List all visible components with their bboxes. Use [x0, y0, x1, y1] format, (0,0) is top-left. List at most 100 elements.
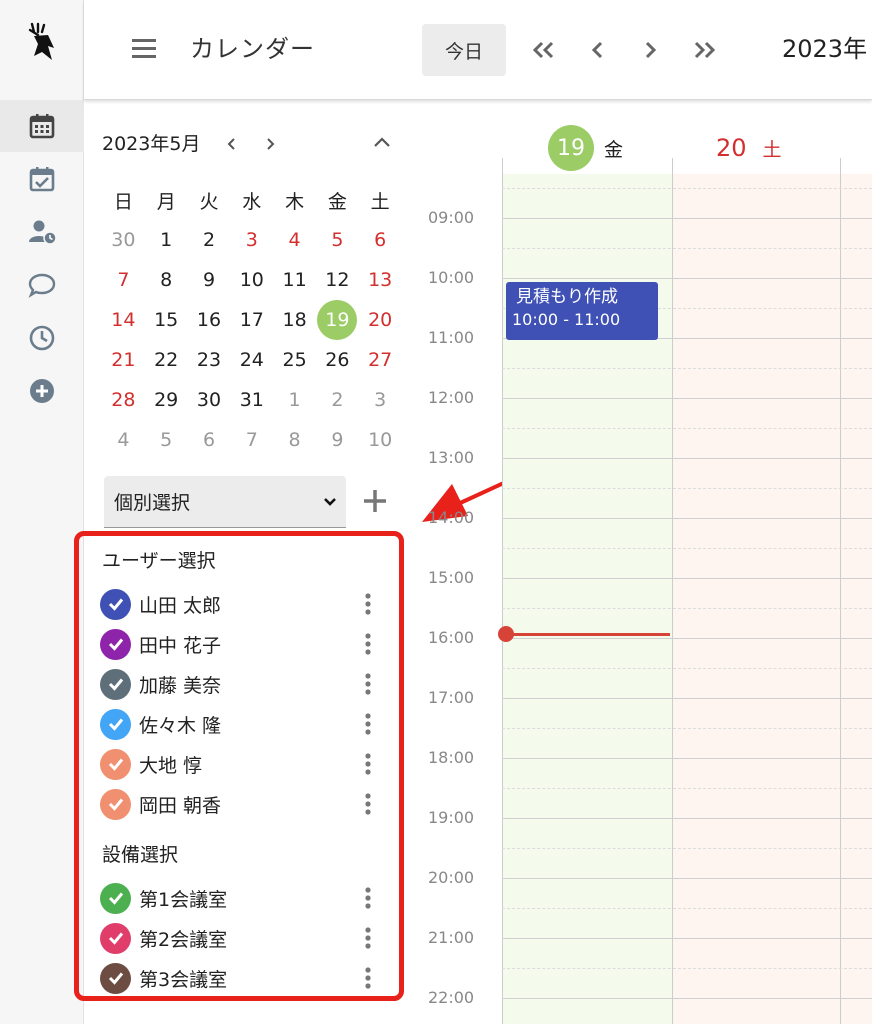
calendar-day[interactable]: 19 [316, 300, 359, 340]
calendar-day[interactable]: 22 [145, 340, 188, 380]
user-item[interactable]: 岡田 朝香 [100, 788, 390, 820]
calendar-day[interactable]: 27 [359, 340, 402, 380]
calendar-day[interactable]: 29 [145, 380, 188, 420]
nav-user-schedule-button[interactable] [0, 206, 84, 258]
more-vert-icon[interactable] [363, 886, 373, 910]
calendar-day[interactable]: 18 [273, 300, 316, 340]
day-column-saturday[interactable] [672, 174, 840, 1024]
calendar-day[interactable]: 9 [188, 260, 231, 300]
calendar-day[interactable]: 9 [316, 420, 359, 460]
calendar-day[interactable]: 25 [273, 340, 316, 380]
calendar-day[interactable]: 4 [273, 220, 316, 260]
calendar-day[interactable]: 12 [316, 260, 359, 300]
nav-history-button[interactable] [0, 312, 84, 364]
calendar-day[interactable]: 7 [102, 260, 145, 300]
checkmark-icon[interactable] [100, 628, 131, 660]
calendar-day[interactable]: 3 [230, 220, 273, 260]
calendar-day[interactable]: 2 [188, 220, 231, 260]
user-clock-icon [29, 220, 57, 245]
hamburger-menu-icon[interactable] [128, 32, 160, 64]
user-item[interactable]: 佐々木 隆 [100, 708, 390, 740]
today-button[interactable]: 今日 [422, 24, 506, 76]
calendar-day[interactable]: 6 [359, 220, 402, 260]
user-item[interactable]: 加藤 美奈 [100, 668, 390, 700]
facility-item[interactable]: 第1会議室 [100, 882, 390, 914]
calendar-day[interactable]: 1 [145, 220, 188, 260]
hour-gridline [502, 398, 872, 399]
add-filter-icon[interactable] [360, 486, 390, 516]
column-divider [502, 158, 503, 1024]
checkmark-icon[interactable] [100, 748, 131, 780]
more-vert-icon[interactable] [363, 752, 373, 776]
half-hour-gridline [502, 788, 872, 789]
calendar-day[interactable]: 8 [273, 420, 316, 460]
calendar-day[interactable]: 30 [188, 380, 231, 420]
facility-item[interactable]: 第3会議室 [100, 962, 390, 994]
deer-logo-icon[interactable] [24, 22, 58, 64]
calendar-day[interactable]: 16 [188, 300, 231, 340]
collapse-calendar-button[interactable] [370, 130, 394, 154]
checkmark-icon[interactable] [100, 788, 131, 820]
facility-item[interactable]: 第2会議室 [100, 922, 390, 954]
calendar-day[interactable]: 21 [102, 340, 145, 380]
checkmark-icon[interactable] [100, 708, 131, 740]
checkmark-icon[interactable] [100, 962, 131, 994]
more-vert-icon[interactable] [363, 926, 373, 950]
checkmark-icon[interactable] [100, 668, 131, 700]
calendar-day[interactable]: 3 [359, 380, 402, 420]
more-vert-icon[interactable] [363, 672, 373, 696]
filter-select[interactable]: 個別選択 [104, 476, 346, 528]
calendar-day[interactable]: 14 [102, 300, 145, 340]
calendar-day[interactable]: 11 [273, 260, 316, 300]
day-header-today[interactable]: 19 金 [548, 122, 648, 174]
hour-gridline [502, 638, 872, 639]
weekday-label: 金 [327, 190, 347, 213]
calendar-day[interactable]: 24 [230, 340, 273, 380]
calendar-day[interactable]: 31 [230, 380, 273, 420]
calendar-day[interactable]: 10 [359, 420, 402, 460]
user-item[interactable]: 山田 太郎 [100, 588, 390, 620]
nav-chat-button[interactable] [0, 259, 84, 311]
calendar-day[interactable]: 30 [102, 220, 145, 260]
calendar-day[interactable]: 23 [188, 340, 231, 380]
nav-task-button[interactable] [0, 153, 84, 205]
mini-prev-month-button[interactable] [220, 132, 244, 156]
more-vert-icon[interactable] [363, 712, 373, 736]
calendar-day[interactable]: 7 [230, 420, 273, 460]
user-item[interactable]: 田中 花子 [100, 628, 390, 660]
prev-button[interactable] [582, 36, 614, 64]
checkmark-icon[interactable] [100, 588, 131, 620]
calendar-day[interactable]: 5 [316, 220, 359, 260]
calendar-day[interactable]: 1 [273, 380, 316, 420]
more-vert-icon[interactable] [363, 966, 373, 990]
more-vert-icon[interactable] [363, 592, 373, 616]
calendar-day[interactable]: 13 [359, 260, 402, 300]
prev-period-button[interactable] [528, 36, 560, 64]
event-card[interactable]: 見積もり作成 10:00 - 11:00 [506, 282, 658, 340]
calendar-day[interactable]: 2 [316, 380, 359, 420]
checkmark-icon[interactable] [100, 882, 131, 914]
calendar-day[interactable]: 28 [102, 380, 145, 420]
user-item[interactable]: 大地 惇 [100, 748, 390, 780]
calendar-day[interactable]: 10 [230, 260, 273, 300]
calendar-day[interactable]: 15 [145, 300, 188, 340]
facilities-section-title: 設備選択 [102, 844, 179, 866]
nav-add-button[interactable] [0, 365, 84, 417]
next-button[interactable] [634, 36, 666, 64]
nav-calendar-button[interactable] [0, 100, 84, 152]
more-vert-icon[interactable] [363, 632, 373, 656]
calendar-day[interactable]: 6 [188, 420, 231, 460]
day-column-next[interactable] [840, 174, 872, 1024]
half-hour-gridline [502, 968, 872, 969]
calendar-day[interactable]: 5 [145, 420, 188, 460]
checkmark-icon[interactable] [100, 922, 131, 954]
calendar-day[interactable]: 20 [359, 300, 402, 340]
calendar-day[interactable]: 8 [145, 260, 188, 300]
calendar-day[interactable]: 17 [230, 300, 273, 340]
calendar-day[interactable]: 4 [102, 420, 145, 460]
day-header-saturday[interactable]: 20 土 [716, 122, 836, 174]
calendar-day[interactable]: 26 [316, 340, 359, 380]
next-period-button[interactable] [688, 36, 720, 64]
more-vert-icon[interactable] [363, 792, 373, 816]
mini-next-month-button[interactable] [258, 132, 282, 156]
